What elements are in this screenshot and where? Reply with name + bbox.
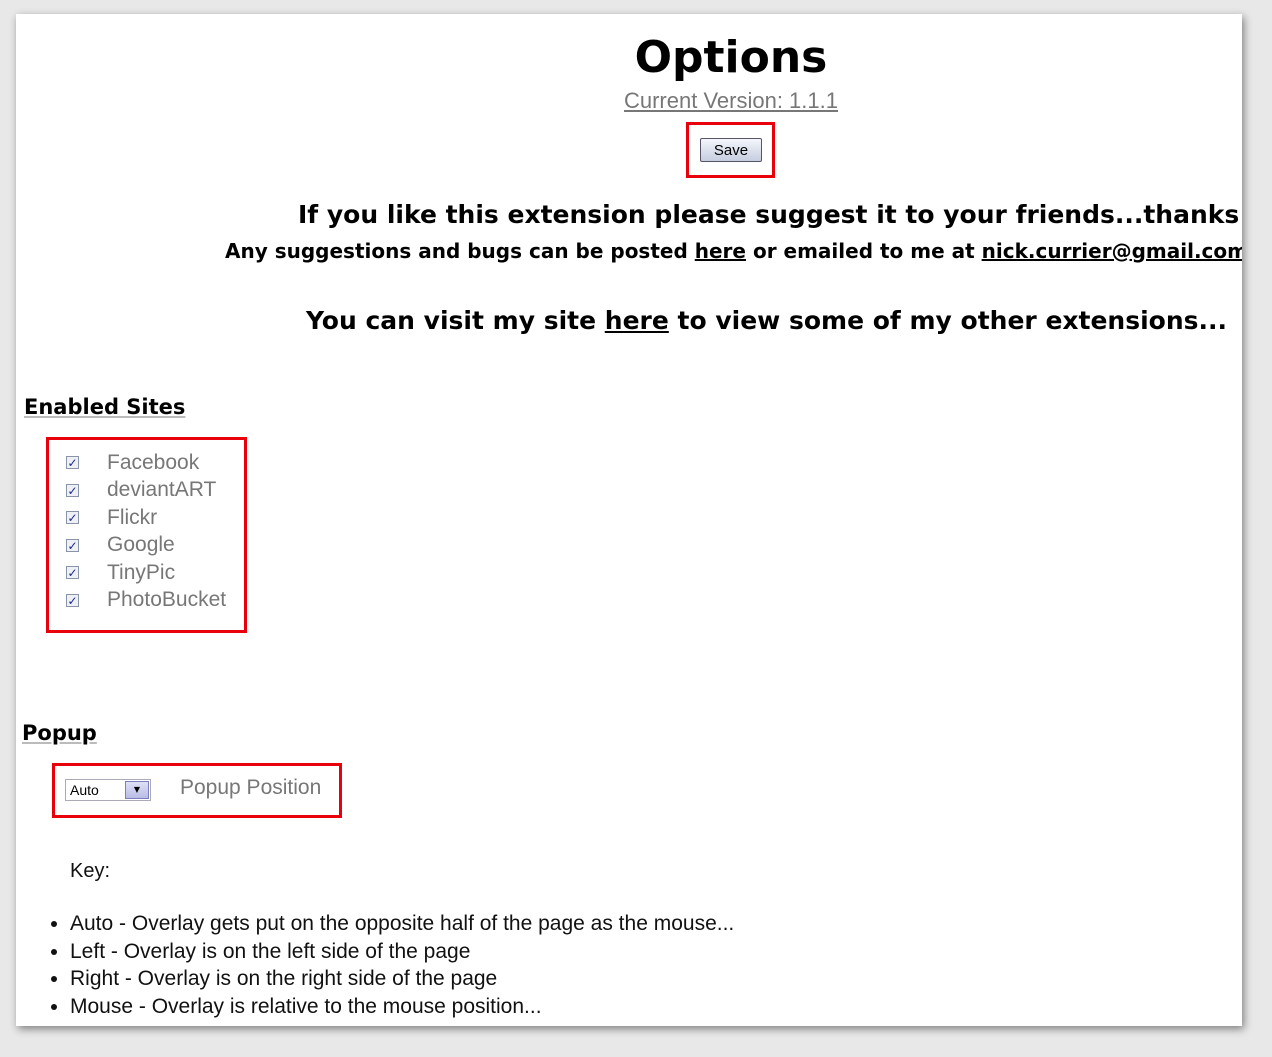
popup-position-label: Popup Position bbox=[180, 776, 322, 799]
recommend-message: If you like this extension please sugges… bbox=[298, 200, 1240, 229]
checkbox[interactable]: ✓ bbox=[66, 538, 79, 552]
email-text: or emailed to me at bbox=[745, 239, 982, 263]
options-page: Options Current Version: 1.1.1 Save If y… bbox=[16, 14, 1242, 1026]
version-link[interactable]: Current Version: 1.1.1 bbox=[16, 88, 1242, 114]
bug-report-link[interactable]: here bbox=[695, 239, 746, 263]
chevron-down-icon[interactable]: ▼ bbox=[125, 781, 149, 799]
checkbox[interactable]: ✓ bbox=[66, 566, 79, 580]
site-checkbox-row[interactable]: ✓ TinyPic bbox=[66, 559, 175, 586]
site-text: You can visit my site bbox=[306, 306, 605, 335]
checkbox[interactable]: ✓ bbox=[66, 456, 79, 470]
email-link[interactable]: nick.currier@gmail.com bbox=[982, 239, 1242, 263]
suggestions-message: Any suggestions and bugs can be posted h… bbox=[225, 239, 1242, 263]
key-item-auto: Auto - Overlay gets put on the opposite … bbox=[70, 910, 734, 938]
key-label: Key: bbox=[70, 860, 111, 882]
site-label: Facebook bbox=[107, 450, 200, 474]
site-checkbox-row[interactable]: ✓ Google bbox=[66, 532, 175, 559]
enabled-sites-heading: Enabled Sites bbox=[24, 395, 186, 419]
site-text-suffix: to view some of my other extensions... bbox=[668, 306, 1228, 335]
site-checkbox-row[interactable]: ✓ Flickr bbox=[66, 504, 157, 531]
key-item-right: Right - Overlay is on the right side of … bbox=[70, 965, 734, 993]
site-label: deviantART bbox=[107, 478, 217, 501]
site-label: Google bbox=[107, 533, 175, 556]
site-message: You can visit my site here to view some … bbox=[306, 306, 1227, 335]
key-item-mouse: Mouse - Overlay is relative to the mouse… bbox=[70, 993, 734, 1021]
checkbox[interactable]: ✓ bbox=[66, 483, 79, 497]
select-value: Auto bbox=[70, 782, 99, 798]
site-label: Flickr bbox=[107, 505, 158, 529]
key-list: Auto - Overlay gets put on the opposite … bbox=[48, 910, 734, 1020]
popup-position-select[interactable]: Auto ▼ bbox=[65, 779, 151, 801]
site-checkbox-row[interactable]: ✓ Facebook bbox=[66, 449, 199, 476]
site-checkbox-row[interactable]: ✓ PhotoBucket bbox=[66, 587, 226, 614]
site-link[interactable]: here bbox=[605, 306, 669, 335]
checkbox[interactable]: ✓ bbox=[66, 593, 79, 607]
checkbox[interactable]: ✓ bbox=[66, 511, 79, 525]
suggestions-text: Any suggestions and bugs can be posted bbox=[225, 239, 695, 263]
popup-heading: Popup bbox=[22, 721, 97, 745]
site-checkbox-row[interactable]: ✓ deviantART bbox=[66, 477, 216, 504]
site-label: PhotoBucket bbox=[107, 588, 227, 611]
page-title: Options bbox=[634, 32, 828, 83]
save-button[interactable]: Save bbox=[700, 138, 762, 162]
key-item-left: Left - Overlay is on the left side of th… bbox=[70, 938, 734, 966]
site-label: TinyPic bbox=[107, 560, 176, 584]
